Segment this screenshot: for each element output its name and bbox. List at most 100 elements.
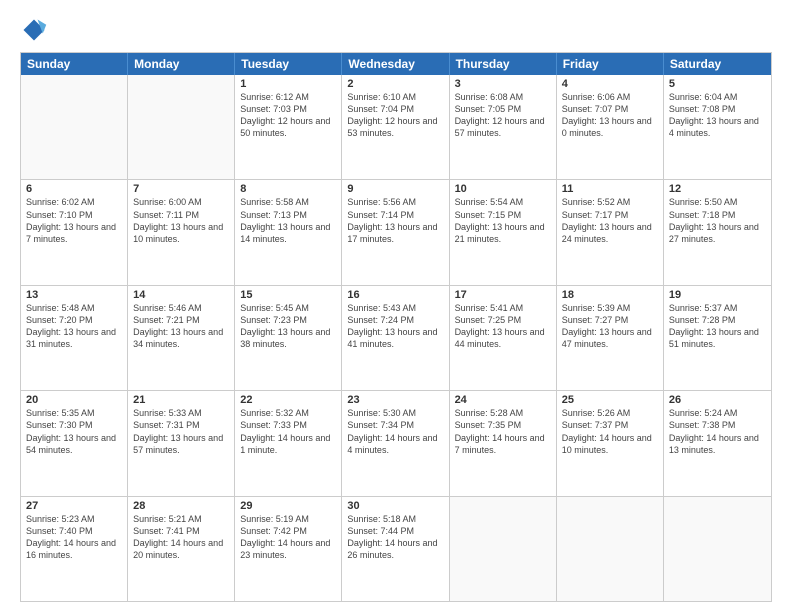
calendar-cell: 7Sunrise: 6:00 AM Sunset: 7:11 PM Daylig…	[128, 180, 235, 284]
day-info: Sunrise: 5:54 AM Sunset: 7:15 PM Dayligh…	[455, 196, 551, 245]
day-number: 29	[240, 500, 336, 512]
day-number: 28	[133, 500, 229, 512]
day-number: 18	[562, 289, 658, 301]
calendar-header: SundayMondayTuesdayWednesdayThursdayFrid…	[21, 53, 771, 75]
header	[20, 16, 772, 44]
calendar-cell	[450, 497, 557, 601]
day-number: 23	[347, 394, 443, 406]
calendar-cell	[664, 497, 771, 601]
day-info: Sunrise: 5:41 AM Sunset: 7:25 PM Dayligh…	[455, 302, 551, 351]
day-number: 20	[26, 394, 122, 406]
calendar-row: 13Sunrise: 5:48 AM Sunset: 7:20 PM Dayli…	[21, 285, 771, 390]
calendar-cell: 29Sunrise: 5:19 AM Sunset: 7:42 PM Dayli…	[235, 497, 342, 601]
weekday-header: Tuesday	[235, 53, 342, 75]
calendar-cell: 20Sunrise: 5:35 AM Sunset: 7:30 PM Dayli…	[21, 391, 128, 495]
calendar-row: 6Sunrise: 6:02 AM Sunset: 7:10 PM Daylig…	[21, 179, 771, 284]
weekday-header: Monday	[128, 53, 235, 75]
day-number: 16	[347, 289, 443, 301]
day-number: 15	[240, 289, 336, 301]
day-number: 19	[669, 289, 766, 301]
calendar-cell: 21Sunrise: 5:33 AM Sunset: 7:31 PM Dayli…	[128, 391, 235, 495]
day-info: Sunrise: 5:50 AM Sunset: 7:18 PM Dayligh…	[669, 196, 766, 245]
page: SundayMondayTuesdayWednesdayThursdayFrid…	[0, 0, 792, 612]
calendar-cell: 1Sunrise: 6:12 AM Sunset: 7:03 PM Daylig…	[235, 75, 342, 179]
logo	[20, 16, 52, 44]
day-info: Sunrise: 5:30 AM Sunset: 7:34 PM Dayligh…	[347, 407, 443, 456]
day-number: 5	[669, 78, 766, 90]
day-info: Sunrise: 5:35 AM Sunset: 7:30 PM Dayligh…	[26, 407, 122, 456]
calendar-cell: 30Sunrise: 5:18 AM Sunset: 7:44 PM Dayli…	[342, 497, 449, 601]
weekday-header: Saturday	[664, 53, 771, 75]
day-number: 3	[455, 78, 551, 90]
day-info: Sunrise: 5:18 AM Sunset: 7:44 PM Dayligh…	[347, 513, 443, 562]
day-number: 7	[133, 183, 229, 195]
day-info: Sunrise: 5:48 AM Sunset: 7:20 PM Dayligh…	[26, 302, 122, 351]
day-info: Sunrise: 6:10 AM Sunset: 7:04 PM Dayligh…	[347, 91, 443, 140]
day-number: 12	[669, 183, 766, 195]
day-info: Sunrise: 5:33 AM Sunset: 7:31 PM Dayligh…	[133, 407, 229, 456]
calendar-cell: 28Sunrise: 5:21 AM Sunset: 7:41 PM Dayli…	[128, 497, 235, 601]
weekday-header: Wednesday	[342, 53, 449, 75]
calendar-cell: 17Sunrise: 5:41 AM Sunset: 7:25 PM Dayli…	[450, 286, 557, 390]
calendar-cell: 12Sunrise: 5:50 AM Sunset: 7:18 PM Dayli…	[664, 180, 771, 284]
calendar-cell: 14Sunrise: 5:46 AM Sunset: 7:21 PM Dayli…	[128, 286, 235, 390]
day-info: Sunrise: 6:12 AM Sunset: 7:03 PM Dayligh…	[240, 91, 336, 140]
calendar-cell: 3Sunrise: 6:08 AM Sunset: 7:05 PM Daylig…	[450, 75, 557, 179]
day-number: 17	[455, 289, 551, 301]
calendar-cell: 15Sunrise: 5:45 AM Sunset: 7:23 PM Dayli…	[235, 286, 342, 390]
calendar-cell	[21, 75, 128, 179]
day-info: Sunrise: 5:39 AM Sunset: 7:27 PM Dayligh…	[562, 302, 658, 351]
day-number: 10	[455, 183, 551, 195]
day-info: Sunrise: 6:06 AM Sunset: 7:07 PM Dayligh…	[562, 91, 658, 140]
calendar-cell: 6Sunrise: 6:02 AM Sunset: 7:10 PM Daylig…	[21, 180, 128, 284]
day-number: 2	[347, 78, 443, 90]
calendar-cell: 25Sunrise: 5:26 AM Sunset: 7:37 PM Dayli…	[557, 391, 664, 495]
day-number: 14	[133, 289, 229, 301]
day-info: Sunrise: 5:58 AM Sunset: 7:13 PM Dayligh…	[240, 196, 336, 245]
day-number: 4	[562, 78, 658, 90]
calendar-cell: 18Sunrise: 5:39 AM Sunset: 7:27 PM Dayli…	[557, 286, 664, 390]
day-number: 27	[26, 500, 122, 512]
calendar-cell: 23Sunrise: 5:30 AM Sunset: 7:34 PM Dayli…	[342, 391, 449, 495]
day-info: Sunrise: 6:04 AM Sunset: 7:08 PM Dayligh…	[669, 91, 766, 140]
calendar-cell: 24Sunrise: 5:28 AM Sunset: 7:35 PM Dayli…	[450, 391, 557, 495]
day-number: 13	[26, 289, 122, 301]
day-info: Sunrise: 5:56 AM Sunset: 7:14 PM Dayligh…	[347, 196, 443, 245]
day-number: 8	[240, 183, 336, 195]
day-number: 9	[347, 183, 443, 195]
day-number: 21	[133, 394, 229, 406]
day-number: 24	[455, 394, 551, 406]
day-number: 22	[240, 394, 336, 406]
calendar-cell: 11Sunrise: 5:52 AM Sunset: 7:17 PM Dayli…	[557, 180, 664, 284]
calendar-cell: 22Sunrise: 5:32 AM Sunset: 7:33 PM Dayli…	[235, 391, 342, 495]
calendar-row: 27Sunrise: 5:23 AM Sunset: 7:40 PM Dayli…	[21, 496, 771, 601]
day-info: Sunrise: 5:32 AM Sunset: 7:33 PM Dayligh…	[240, 407, 336, 456]
day-info: Sunrise: 5:43 AM Sunset: 7:24 PM Dayligh…	[347, 302, 443, 351]
calendar-cell: 26Sunrise: 5:24 AM Sunset: 7:38 PM Dayli…	[664, 391, 771, 495]
day-info: Sunrise: 6:08 AM Sunset: 7:05 PM Dayligh…	[455, 91, 551, 140]
calendar-cell	[128, 75, 235, 179]
day-number: 25	[562, 394, 658, 406]
day-info: Sunrise: 5:24 AM Sunset: 7:38 PM Dayligh…	[669, 407, 766, 456]
weekday-header: Thursday	[450, 53, 557, 75]
calendar-cell: 8Sunrise: 5:58 AM Sunset: 7:13 PM Daylig…	[235, 180, 342, 284]
calendar: SundayMondayTuesdayWednesdayThursdayFrid…	[20, 52, 772, 602]
calendar-cell: 10Sunrise: 5:54 AM Sunset: 7:15 PM Dayli…	[450, 180, 557, 284]
day-info: Sunrise: 5:52 AM Sunset: 7:17 PM Dayligh…	[562, 196, 658, 245]
calendar-cell: 19Sunrise: 5:37 AM Sunset: 7:28 PM Dayli…	[664, 286, 771, 390]
day-number: 30	[347, 500, 443, 512]
calendar-cell: 16Sunrise: 5:43 AM Sunset: 7:24 PM Dayli…	[342, 286, 449, 390]
calendar-cell: 13Sunrise: 5:48 AM Sunset: 7:20 PM Dayli…	[21, 286, 128, 390]
day-number: 1	[240, 78, 336, 90]
calendar-body: 1Sunrise: 6:12 AM Sunset: 7:03 PM Daylig…	[21, 75, 771, 601]
day-info: Sunrise: 6:00 AM Sunset: 7:11 PM Dayligh…	[133, 196, 229, 245]
day-number: 11	[562, 183, 658, 195]
calendar-cell: 2Sunrise: 6:10 AM Sunset: 7:04 PM Daylig…	[342, 75, 449, 179]
calendar-cell: 4Sunrise: 6:06 AM Sunset: 7:07 PM Daylig…	[557, 75, 664, 179]
calendar-cell: 27Sunrise: 5:23 AM Sunset: 7:40 PM Dayli…	[21, 497, 128, 601]
day-info: Sunrise: 6:02 AM Sunset: 7:10 PM Dayligh…	[26, 196, 122, 245]
day-info: Sunrise: 5:45 AM Sunset: 7:23 PM Dayligh…	[240, 302, 336, 351]
day-number: 6	[26, 183, 122, 195]
day-info: Sunrise: 5:37 AM Sunset: 7:28 PM Dayligh…	[669, 302, 766, 351]
calendar-cell: 5Sunrise: 6:04 AM Sunset: 7:08 PM Daylig…	[664, 75, 771, 179]
